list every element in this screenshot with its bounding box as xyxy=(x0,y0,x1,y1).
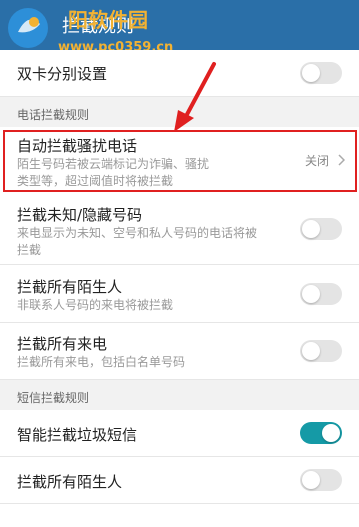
section-label: 电话拦截规则 xyxy=(17,108,90,122)
sms-strangers-toggle[interactable] xyxy=(300,469,342,491)
row-block-unknown[interactable]: 拦截未知/隐藏号码 来电显示为未知、空号和私人号码的电话将被 拦截 xyxy=(0,194,359,265)
row-title: 拦截所有陌生人 xyxy=(17,473,123,491)
row-desc: 拦截所有来电，包括白名单号码 xyxy=(17,355,186,369)
row-smart-sms[interactable]: 智能拦截垃圾短信 xyxy=(0,410,359,457)
row-desc: 拦截 xyxy=(17,243,42,257)
highlight-box xyxy=(3,130,357,192)
block-unknown-toggle[interactable] xyxy=(300,218,342,240)
row-desc: 来电显示为未知、空号和私人号码的电话将被 xyxy=(17,226,258,240)
row-desc: 非联系人号码的来电将被拦截 xyxy=(17,298,174,312)
block-strangers-toggle[interactable] xyxy=(300,283,342,305)
smart-sms-toggle[interactable] xyxy=(300,422,342,444)
row-title: 拦截未知/隐藏号码 xyxy=(17,206,143,224)
section-sms-rules: 短信拦截规则 xyxy=(0,380,359,410)
row-title: 拦截所有来电 xyxy=(17,335,108,353)
row-block-all-calls[interactable]: 拦截所有来电 拦截所有来电，包括白名单号码 xyxy=(0,323,359,380)
row-block-strangers[interactable]: 拦截所有陌生人 非联系人号码的来电将被拦截 xyxy=(0,265,359,323)
section-label: 短信拦截规则 xyxy=(17,391,90,405)
row-title: 智能拦截垃圾短信 xyxy=(17,426,138,444)
dual-sim-toggle[interactable] xyxy=(300,62,342,84)
row-title: 双卡分别设置 xyxy=(17,65,108,83)
row-title: 拦截所有陌生人 xyxy=(17,278,123,296)
annotation-arrow-icon xyxy=(174,62,216,132)
watermark-logo-icon xyxy=(8,8,48,48)
watermark-site-name: 阳软件园 xyxy=(68,8,148,32)
block-all-calls-toggle[interactable] xyxy=(300,340,342,362)
row-sms-strangers[interactable]: 拦截所有陌生人 xyxy=(0,457,359,504)
